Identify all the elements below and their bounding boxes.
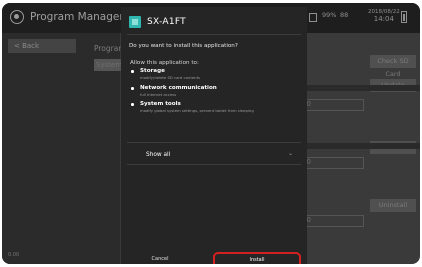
app-icon <box>129 16 141 28</box>
tab-system[interactable]: System <box>94 59 124 71</box>
permission-desc: modify global system settings, prevent t… <box>140 108 254 113</box>
value-box-1 <box>302 99 364 111</box>
status-percent-2: 88 <box>340 11 349 19</box>
install-highlight: Install <box>213 252 301 264</box>
install-question: Do you want to install this application? <box>129 43 238 49</box>
bullet-icon <box>131 70 134 73</box>
permission-name: Storage <box>140 68 165 74</box>
battery-icon <box>401 11 407 23</box>
right-panel: Check SD Card Update 00 Uninstall 00 Uni… <box>302 37 420 264</box>
back-button[interactable]: < Back <box>8 39 76 53</box>
value-box-3 <box>302 215 364 227</box>
permission-desc: full Internet access <box>140 92 177 97</box>
status-time: 14:04 <box>373 15 394 23</box>
title-divider <box>127 34 301 35</box>
footer-version: 0.00 <box>8 252 20 258</box>
chevron-down-icon[interactable]: ⌄ <box>288 150 293 157</box>
app-logo-icon <box>10 10 24 24</box>
show-all-divider-top <box>127 142 301 143</box>
permission-name: Network communication <box>140 85 217 91</box>
bullet-icon <box>131 103 134 106</box>
cancel-button[interactable]: Cancel <box>139 255 181 264</box>
dialog-title: SX-A1FT <box>147 17 186 27</box>
show-all-divider-bottom <box>127 164 301 165</box>
bullet-icon <box>131 87 134 90</box>
section-divider-2 <box>302 143 420 149</box>
value-box-2 <box>302 157 364 169</box>
device-screen: Program Manager 99% 88 2018/08/22 14:04 … <box>2 3 420 264</box>
show-all-toggle[interactable]: Show all <box>146 152 170 158</box>
install-button[interactable]: Install <box>217 255 297 264</box>
section-divider-1 <box>302 85 420 91</box>
sd-card-icon <box>309 13 317 22</box>
install-dialog: SX-A1FT Do you want to install this appl… <box>121 7 307 264</box>
tab-program[interactable]: Progran <box>94 44 123 53</box>
allow-text: Allow this application to: <box>130 60 199 66</box>
permission-name: System tools <box>140 101 181 107</box>
app-title: Program Manager <box>30 11 124 23</box>
status-clock: 2018/08/22 14:04 <box>368 9 400 23</box>
uninstall-button-2[interactable]: Uninstall <box>370 199 416 212</box>
status-percent-1: 99% <box>322 11 337 19</box>
permission-desc: modify/delete SD card contents <box>140 75 201 80</box>
check-sd-card-button[interactable]: Check SD Card <box>370 55 416 78</box>
